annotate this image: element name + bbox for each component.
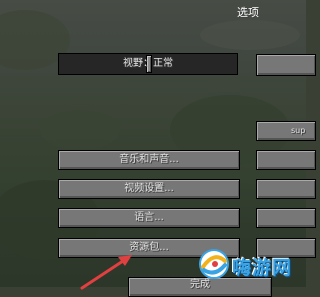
right-column-button[interactable]: sup bbox=[256, 121, 316, 141]
music-sounds-button[interactable]: 音乐和声音... bbox=[58, 150, 240, 170]
language-button[interactable]: 语言... bbox=[58, 208, 240, 228]
right-column-button[interactable] bbox=[256, 179, 316, 199]
sky-shape bbox=[200, 20, 300, 50]
watermark-text: 嗨游网 bbox=[232, 257, 293, 279]
screen-title: 选项 bbox=[237, 6, 259, 19]
right-column-button[interactable] bbox=[256, 208, 316, 228]
video-settings-button[interactable]: 视频设置... bbox=[58, 179, 240, 199]
right-column-label: sup bbox=[291, 126, 306, 135]
annotation-arrow-icon bbox=[80, 255, 132, 290]
right-column-button[interactable] bbox=[256, 150, 316, 170]
right-column-button[interactable] bbox=[256, 54, 316, 76]
fov-slider-label: 视野：正常 bbox=[123, 58, 173, 69]
fov-slider[interactable]: 视野：正常 bbox=[58, 53, 238, 75]
watermark: 嗨游网 bbox=[197, 247, 301, 283]
watermark-logo-icon bbox=[199, 249, 229, 279]
foliage-shape bbox=[40, 110, 120, 150]
